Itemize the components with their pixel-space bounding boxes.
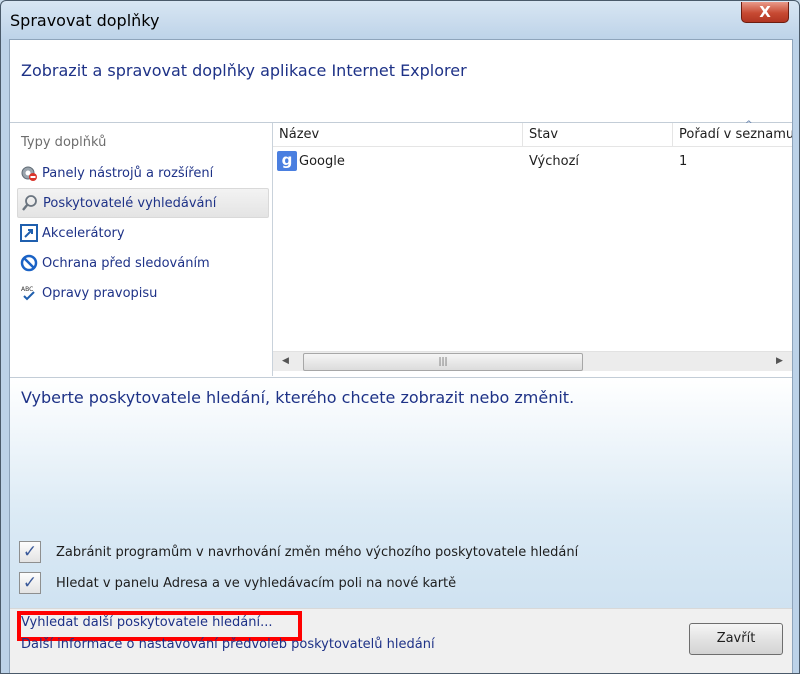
- dialog-header: Zobrazit a spravovat doplňky aplikace In…: [10, 40, 792, 123]
- manage-addons-window: Spravovat doplňky X Zobrazit a spravovat…: [0, 0, 800, 674]
- spellcheck-icon: ABC: [20, 284, 38, 302]
- accelerator-icon: [20, 224, 38, 242]
- close-button[interactable]: Zavřít: [689, 623, 783, 655]
- row-name: Google: [299, 154, 345, 169]
- column-header-name[interactable]: Název: [273, 123, 523, 146]
- checkbox-row-prevent-changes[interactable]: ✓ Zabránit programům v navrhování změn m…: [19, 541, 578, 563]
- details-pane: Vyberte poskytovatele hledání, kterého c…: [10, 377, 792, 609]
- title-bar[interactable]: Spravovat doplňky X: [1, 1, 799, 39]
- svg-text:ABC: ABC: [21, 286, 33, 293]
- dialog-footer: Vyhledat další poskytovatele hledání... …: [10, 608, 792, 673]
- dialog-client-area: Zobrazit a spravovat doplňky aplikace In…: [9, 39, 793, 673]
- addon-type-label: Ochrana před sledováním: [42, 255, 210, 271]
- scrollbar-thumb[interactable]: |||: [303, 353, 583, 371]
- gear-puzzle-icon: [20, 164, 38, 182]
- find-more-providers-link[interactable]: Vyhledat další poskytovatele hledání...: [17, 611, 302, 641]
- sort-indicator-icon: ^: [745, 120, 753, 130]
- checkmark-icon: ✓: [22, 542, 38, 562]
- horizontal-scrollbar[interactable]: ◀ ||| ▶: [273, 351, 792, 371]
- column-header-status[interactable]: Stav: [523, 123, 673, 146]
- addon-type-label: Opravy pravopisu: [42, 285, 158, 301]
- search-icon: [21, 194, 39, 212]
- table-row[interactable]: g Google Výchozí 1: [273, 147, 792, 175]
- addon-type-tracking-protection[interactable]: Ochrana před sledováním: [17, 249, 267, 277]
- addon-type-accelerators[interactable]: Akcelerátory: [17, 219, 267, 247]
- scroll-right-icon[interactable]: ▶: [771, 354, 788, 369]
- prevent-changes-checkbox[interactable]: ✓: [19, 541, 41, 563]
- address-bar-search-checkbox[interactable]: ✓: [19, 572, 41, 594]
- google-logo-icon: g: [277, 151, 297, 171]
- addon-types-panel: Typy doplňků Panely nástrojů a rozšíření…: [10, 123, 273, 376]
- addon-type-toolbars-extensions[interactable]: Panely nástrojů a rozšíření: [17, 159, 267, 187]
- no-entry-icon: [20, 254, 38, 272]
- addon-type-label: Panely nástrojů a rozšíření: [42, 165, 214, 181]
- addons-list: Název Stav Pořadí v seznamu ^ g Google V…: [273, 120, 792, 376]
- addon-type-label: Akcelerátory: [42, 225, 125, 241]
- checkbox-label: Zabránit programům v navrhování změn méh…: [56, 544, 579, 560]
- row-status: Výchozí: [529, 154, 580, 169]
- row-order: 1: [679, 154, 688, 169]
- column-header-list-order[interactable]: Pořadí v seznamu: [673, 123, 792, 146]
- checkbox-row-address-bar-search[interactable]: ✓ Hledat v panelu Adresa a ve vyhledávac…: [19, 572, 456, 594]
- addon-type-spelling-correction[interactable]: ABC Opravy pravopisu: [17, 279, 267, 307]
- details-title: Vyberte poskytovatele hledání, kterého c…: [21, 388, 575, 407]
- window-title: Spravovat doplňky: [10, 11, 160, 30]
- page-title: Zobrazit a spravovat doplňky aplikace In…: [21, 61, 467, 80]
- window-close-button[interactable]: X: [741, 2, 789, 23]
- more-info-link[interactable]: Další informace o nastavování předvoleb …: [21, 637, 435, 652]
- addon-types-label: Typy doplňků: [21, 135, 107, 150]
- addon-type-search-providers[interactable]: Poskytovatelé vyhledávání: [17, 188, 269, 218]
- column-headers: Název Stav Pořadí v seznamu ^: [273, 120, 792, 147]
- checkbox-label: Hledat v panelu Adresa a ve vyhledávacím…: [56, 575, 457, 591]
- scroll-left-icon[interactable]: ◀: [277, 354, 294, 369]
- addon-type-label: Poskytovatelé vyhledávání: [43, 195, 217, 211]
- checkmark-icon: ✓: [22, 573, 38, 593]
